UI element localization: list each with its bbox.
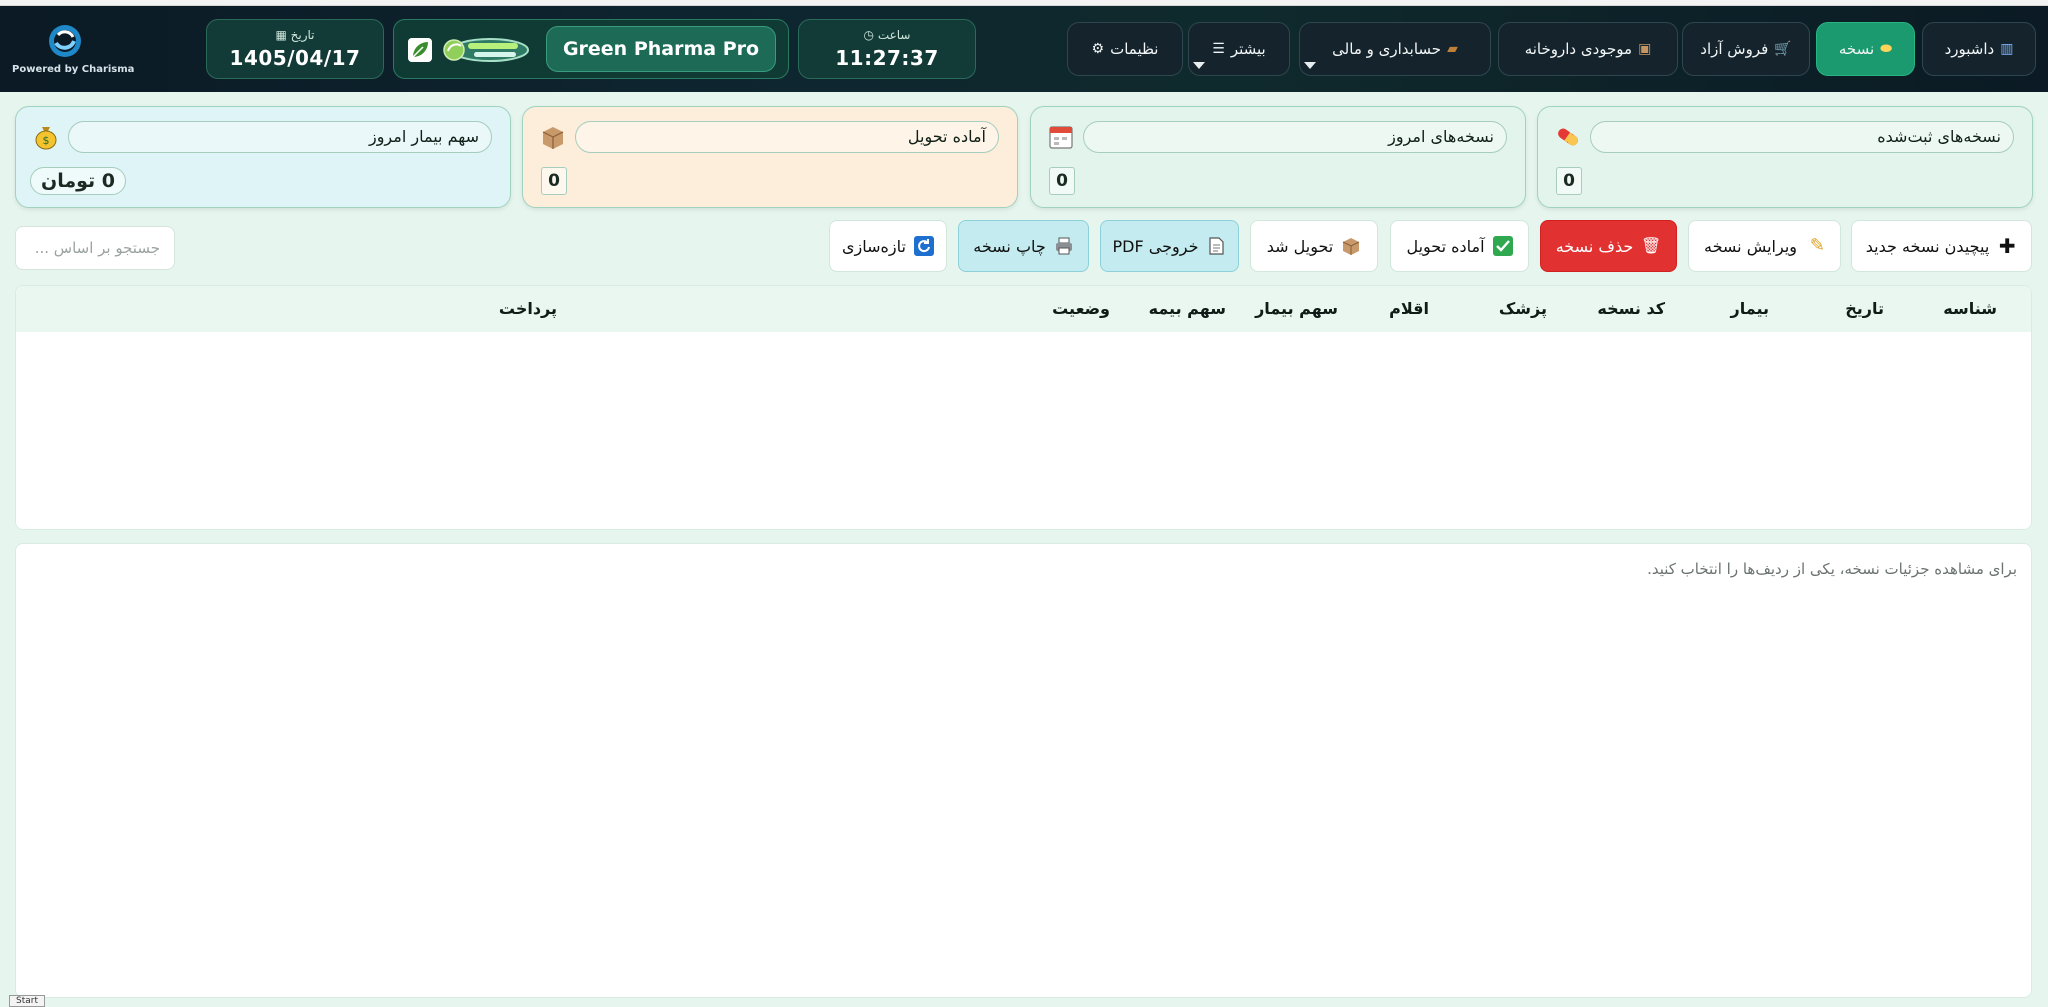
stat-card-ready: آماده تحویل 0 [522, 106, 1018, 208]
column-header-patient[interactable]: بیمار [1731, 299, 1769, 318]
briefcase-icon: ▰ [1447, 41, 1458, 57]
box-icon: ▣ [1638, 41, 1652, 57]
nav-prescription-label: نسخه [1838, 40, 1875, 58]
calendar-icon [1049, 126, 1073, 149]
stat-card-label: آماده تحویل [575, 121, 999, 153]
ready-button[interactable]: آماده تحویل [1390, 220, 1529, 272]
nav-dashboard[interactable]: ▥ داشبورد [1922, 22, 2036, 76]
refresh-button[interactable]: تازه‌سازی [829, 220, 947, 272]
search-input[interactable] [15, 226, 175, 270]
pdf-export-button[interactable]: خروجی PDF [1100, 220, 1239, 272]
nav-inventory-label: موجودی داروخانه [1524, 40, 1633, 58]
pill-icon: ⬬ [1880, 41, 1893, 57]
nav-more-label: بیشتر [1230, 40, 1266, 58]
nav-settings-label: نظیمات [1110, 40, 1159, 58]
stat-card-label: نسخه‌های امروز [1083, 121, 1507, 153]
column-header-insurance-share[interactable]: سهم بیمه [1149, 299, 1226, 318]
document-icon [1209, 237, 1225, 255]
column-header-items[interactable]: اقلام [1389, 299, 1429, 318]
nav-accounting-label: حسابداری و مالی [1332, 40, 1442, 58]
svg-text:$: $ [43, 134, 50, 147]
column-header-code[interactable]: کد نسخه [1597, 299, 1665, 318]
column-header-id[interactable]: شناسه [1943, 299, 1997, 318]
delivered-label: تحویل شد [1266, 236, 1334, 256]
stat-card-value: 0 [1049, 167, 1075, 195]
delete-prescription-label: حذف نسخه [1555, 236, 1634, 256]
prescription-details-panel: برای مشاهده جزئیات نسخه، یکی از ردیف‌ها … [15, 543, 2032, 998]
app-brand-box: Green Pharma Pro [393, 19, 789, 79]
nav-free-sale[interactable]: 🛒 فروش آزاد [1682, 22, 1810, 76]
chevron-down-icon [1304, 62, 1316, 69]
leaf-icon [408, 38, 432, 62]
nav-settings[interactable]: نظیمات ⚙ [1067, 22, 1183, 76]
nav-accounting[interactable]: ▰ حسابداری و مالی [1299, 22, 1491, 76]
print-label: چاپ نسخه [973, 236, 1046, 256]
pill-icon [1558, 128, 1578, 146]
green-pharma-logo-icon [443, 38, 529, 62]
nav-prescription[interactable]: ⬬ نسخه [1816, 22, 1915, 76]
stat-card-value: 0 تومان [29, 167, 126, 195]
refresh-label: تازه‌سازی [842, 236, 906, 256]
trash-icon: 🗑 [1640, 236, 1662, 255]
stat-card-label: نسخه‌های ثبت‌شده [1590, 121, 2014, 153]
printer-icon [1055, 237, 1072, 255]
stat-card-value: 0 [541, 167, 567, 195]
ready-label: آماده تحویل [1406, 236, 1485, 256]
pdf-export-label: خروجی PDF [1112, 236, 1199, 256]
cart-icon: 🛒 [1774, 41, 1792, 57]
column-header-payment[interactable]: پرداخت [499, 299, 557, 318]
date-box: ▦ تاریخ 1405/04/17 [206, 19, 384, 79]
stat-card-label: سهم بیمار امروز [68, 121, 492, 153]
edit-prescription-label: ویرایش نسخه [1703, 236, 1798, 256]
app-header: Powered by Charisma ▦ تاریخ 1405/04/17 G… [0, 6, 2048, 92]
column-header-doctor[interactable]: پزشک [1499, 299, 1547, 318]
details-empty-message: برای مشاهده جزئیات نسخه، یکی از ردیف‌ها … [1647, 560, 2017, 578]
table-header: شناسه تاریخ بیمار کد نسخه پزشک اقلام سهم… [16, 286, 2031, 332]
date-value: 1405/04/17 [229, 46, 361, 70]
pencil-icon: ✎ [1809, 235, 1826, 256]
clock-icon: ◷ [863, 28, 874, 42]
menu-icon: ☰ [1212, 41, 1225, 57]
gear-icon: ⚙ [1091, 41, 1105, 57]
nav-inventory[interactable]: ▣ موجودی داروخانه [1498, 22, 1678, 76]
calendar-icon: ▦ [275, 28, 287, 42]
chart-icon: ▥ [2000, 41, 2014, 57]
column-header-status[interactable]: وضعیت [1052, 299, 1110, 318]
new-prescription-button[interactable]: ✚ پیچیدن نسخه جدید [1851, 220, 2032, 272]
stat-card-value: 0 [1556, 167, 1582, 195]
print-button[interactable]: چاپ نسخه [958, 220, 1089, 272]
nav-free-sale-label: فروش آزاد [1700, 40, 1769, 58]
time-box: ◷ ساعت 11:27:37 [798, 19, 976, 79]
brand: Powered by Charisma [12, 20, 135, 82]
plus-icon: ✚ [1998, 234, 2016, 258]
column-header-patient-share[interactable]: سهم بیمار [1255, 299, 1338, 318]
box-icon [1343, 238, 1360, 255]
date-caption: تاریخ [290, 28, 315, 42]
time-value: 11:27:37 [835, 46, 939, 70]
chevron-down-icon [1193, 62, 1205, 69]
prescriptions-table: شناسه تاریخ بیمار کد نسخه پزشک اقلام سهم… [15, 285, 2032, 530]
stat-card-registered: نسخه‌های ثبت‌شده 0 [1537, 106, 2033, 208]
taskbar-start-button[interactable]: Start [9, 995, 45, 1007]
column-header-date[interactable]: تاریخ [1845, 299, 1884, 318]
delivered-button[interactable]: تحویل شد [1250, 220, 1378, 272]
stat-card-patient-share: سهم بیمار امروز $ 0 تومان [15, 106, 511, 208]
time-caption: ساعت [877, 28, 911, 42]
powered-by-label: Powered by Charisma [12, 64, 135, 75]
edit-prescription-button[interactable]: ✎ ویرایش نسخه [1688, 220, 1841, 272]
charisma-logo-icon [49, 25, 81, 57]
money-bag-icon: $ [35, 127, 57, 150]
delete-prescription-button[interactable]: 🗑 حذف نسخه [1540, 220, 1677, 272]
stat-card-today: نسخه‌های امروز 0 [1030, 106, 1526, 208]
refresh-icon [913, 236, 934, 256]
nav-dashboard-label: داشبورد [1944, 40, 1995, 58]
new-prescription-label: پیچیدن نسخه جدید [1865, 236, 1990, 256]
nav-more[interactable]: بیشتر ☰ [1188, 22, 1290, 76]
app-name-button[interactable]: Green Pharma Pro [546, 26, 776, 72]
check-icon [1492, 236, 1513, 256]
box-icon [542, 127, 564, 149]
